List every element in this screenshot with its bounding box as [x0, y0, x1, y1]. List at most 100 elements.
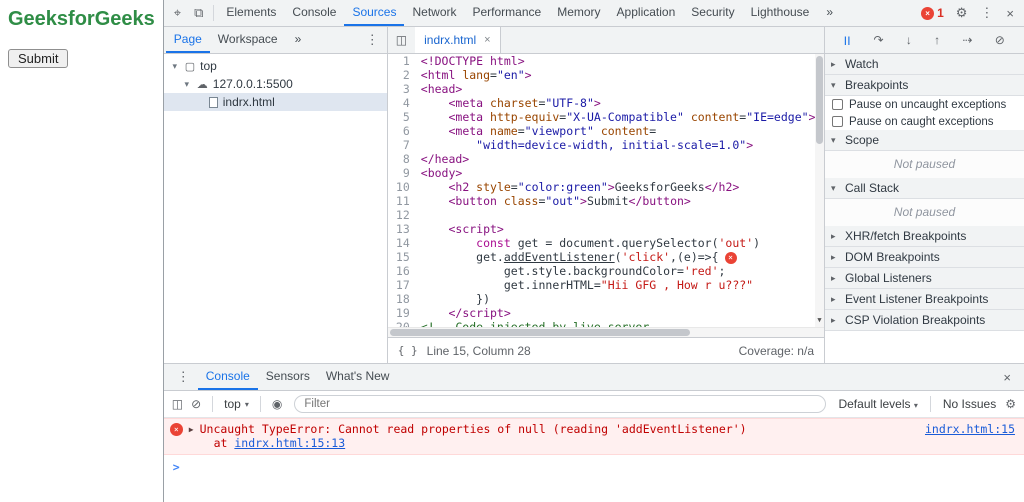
tab-application[interactable]: Application	[609, 0, 684, 26]
console-filter-input[interactable]	[294, 395, 827, 413]
tab-console[interactable]: Console	[284, 0, 344, 26]
console-sidebar-icon[interactable]: ◫	[172, 397, 183, 411]
step-out-icon[interactable]: ↑	[934, 33, 940, 47]
line-number[interactable]: 14	[388, 236, 418, 250]
tab-sources[interactable]: Sources	[344, 0, 405, 26]
more-tabs-icon[interactable]: »	[818, 0, 841, 26]
section-csp-violation-breakpoints[interactable]: ▸ CSP Violation Breakpoints	[825, 310, 1024, 331]
line-number[interactable]: 12	[388, 208, 418, 222]
code-line: 9 <body>	[388, 166, 824, 180]
line-number[interactable]: 3	[388, 82, 418, 96]
checkbox[interactable]	[832, 99, 843, 110]
navigator-more-icon[interactable]: »	[287, 27, 310, 53]
device-toolbar-icon[interactable]: ⧉	[188, 5, 209, 21]
log-levels-selector[interactable]: Default levels ▾	[838, 397, 917, 411]
line-number[interactable]: 20	[388, 320, 418, 327]
navigator-toggle-icon[interactable]: ◫	[388, 27, 415, 53]
drawer-tab-what-s-new[interactable]: What's New	[318, 364, 398, 390]
close-devtools-icon[interactable]: ×	[1000, 6, 1020, 21]
submit-button[interactable]: Submit	[8, 49, 69, 68]
nav-tab-page[interactable]: Page	[165, 27, 210, 53]
close-drawer-icon[interactable]: ×	[997, 370, 1017, 385]
line-number[interactable]: 18	[388, 292, 418, 306]
pause-icon[interactable]: ||	[844, 35, 851, 45]
console-prompt[interactable]: >	[164, 455, 1024, 479]
line-number[interactable]: 6	[388, 124, 418, 138]
drawer-tab-console[interactable]: Console	[197, 364, 258, 390]
horizontal-scrollbar[interactable]	[387, 327, 824, 337]
divider	[212, 396, 214, 412]
code-line: 10 <h2 style="color:green">GeeksforGeeks…	[388, 180, 824, 194]
scroll-down-icon[interactable]: ▼	[815, 313, 824, 327]
console-settings-gear-icon[interactable]: ⚙	[1005, 397, 1016, 411]
kebab-menu-icon[interactable]: ⋮	[974, 5, 999, 21]
tree-item-127-0-0-1-5500[interactable]: ▾ ☁ 127.0.0.1:5500	[164, 75, 387, 93]
scrollbar-thumb[interactable]	[816, 56, 823, 144]
line-number[interactable]: 4	[388, 96, 418, 110]
chevron-down-icon[interactable]: ▾	[170, 61, 180, 72]
issues-counter[interactable]: No Issues	[943, 397, 996, 411]
error-source-link[interactable]: indrx.html:15	[925, 422, 1015, 450]
section-watch[interactable]: ▸ Watch	[825, 54, 1024, 75]
clear-console-icon[interactable]: ⊘	[191, 397, 201, 411]
code-line: 7 "width=device-width, initial-scale=1.0…	[388, 138, 824, 152]
stack-source-link[interactable]: indrx.html:15:13	[234, 436, 345, 450]
code-line: 15 get.addEventListener('click',(e)=>{×	[388, 250, 824, 264]
chevron-right-icon: ▸	[831, 251, 836, 262]
line-number[interactable]: 19	[388, 306, 418, 320]
section-xhr-fetch-breakpoints[interactable]: ▸ XHR/fetch Breakpoints	[825, 226, 1024, 247]
section-scope[interactable]: ▾ Scope	[825, 130, 1024, 151]
section-event-listener-breakpoints[interactable]: ▸ Event Listener Breakpoints	[825, 289, 1024, 310]
line-number[interactable]: 5	[388, 110, 418, 124]
line-number[interactable]: 2	[388, 68, 418, 82]
prompt-chevron-icon: >	[172, 460, 180, 474]
checkbox[interactable]	[832, 116, 843, 127]
close-tab-icon[interactable]: ×	[484, 34, 490, 46]
line-number[interactable]: 16	[388, 264, 418, 278]
chevron-right-icon: ▸	[831, 314, 836, 325]
line-number[interactable]: 10	[388, 180, 418, 194]
navigator-kebab-icon[interactable]: ⋮	[360, 32, 385, 48]
section-dom-breakpoints[interactable]: ▸ DOM Breakpoints	[825, 247, 1024, 268]
section-breakpoints[interactable]: ▾ Breakpoints	[825, 75, 1024, 96]
live-expression-eye-icon[interactable]: ◉	[272, 397, 282, 411]
line-number[interactable]: 8	[388, 152, 418, 166]
tab-lighthouse[interactable]: Lighthouse	[743, 0, 818, 26]
line-number[interactable]: 9	[388, 166, 418, 180]
tab-security[interactable]: Security	[683, 0, 742, 26]
tab-network[interactable]: Network	[404, 0, 464, 26]
line-number[interactable]: 1	[388, 54, 418, 68]
vertical-scrollbar[interactable]: ▼	[815, 54, 824, 327]
tab-memory[interactable]: Memory	[549, 0, 608, 26]
line-number[interactable]: 7	[388, 138, 418, 152]
line-number[interactable]: 15	[388, 250, 418, 264]
chevron-down-icon[interactable]: ▾	[182, 79, 192, 90]
tree-item-indrx-html[interactable]: indrx.html	[163, 93, 387, 111]
section-global-listeners[interactable]: ▸ Global Listeners	[825, 268, 1024, 289]
tree-item-top[interactable]: ▾ ▢ top	[164, 57, 387, 75]
step-into-icon[interactable]: ↓	[906, 33, 912, 47]
error-count-badge[interactable]: × 1	[916, 6, 949, 20]
nav-tab-workspace[interactable]: Workspace	[210, 27, 286, 53]
deactivate-breakpoints-icon[interactable]: ⊘	[995, 33, 1005, 47]
drawer-tab-sensors[interactable]: Sensors	[258, 364, 318, 390]
checkbox-row-pause-on-caught-exceptions[interactable]: Pause on caught exceptions	[825, 113, 1024, 130]
step-icon[interactable]: ⇢	[962, 33, 972, 47]
drawer-kebab-icon[interactable]: ⋮	[171, 369, 196, 385]
expand-triangle-icon[interactable]: ▶	[189, 422, 194, 450]
section-call-stack[interactable]: ▾ Call Stack	[825, 178, 1024, 199]
editor-tab-indrx[interactable]: indrx.html ×	[415, 27, 501, 53]
inspect-element-icon[interactable]: ⌖	[168, 5, 187, 21]
context-selector[interactable]: top ▾	[224, 397, 249, 411]
checkbox-row-pause-on-uncaught-exceptions[interactable]: Pause on uncaught exceptions	[825, 96, 1024, 113]
line-number[interactable]: 13	[388, 222, 418, 236]
scrollbar-thumb[interactable]	[389, 329, 690, 336]
line-number[interactable]: 17	[388, 278, 418, 292]
tab-elements[interactable]: Elements	[218, 0, 284, 26]
step-over-icon[interactable]: ↷	[873, 33, 883, 47]
pretty-print-icon[interactable]: { }	[398, 344, 418, 357]
inline-error-icon[interactable]: ×	[724, 251, 737, 264]
tab-performance[interactable]: Performance	[465, 0, 550, 26]
settings-gear-icon[interactable]: ⚙	[950, 5, 974, 21]
line-number[interactable]: 11	[388, 194, 418, 208]
